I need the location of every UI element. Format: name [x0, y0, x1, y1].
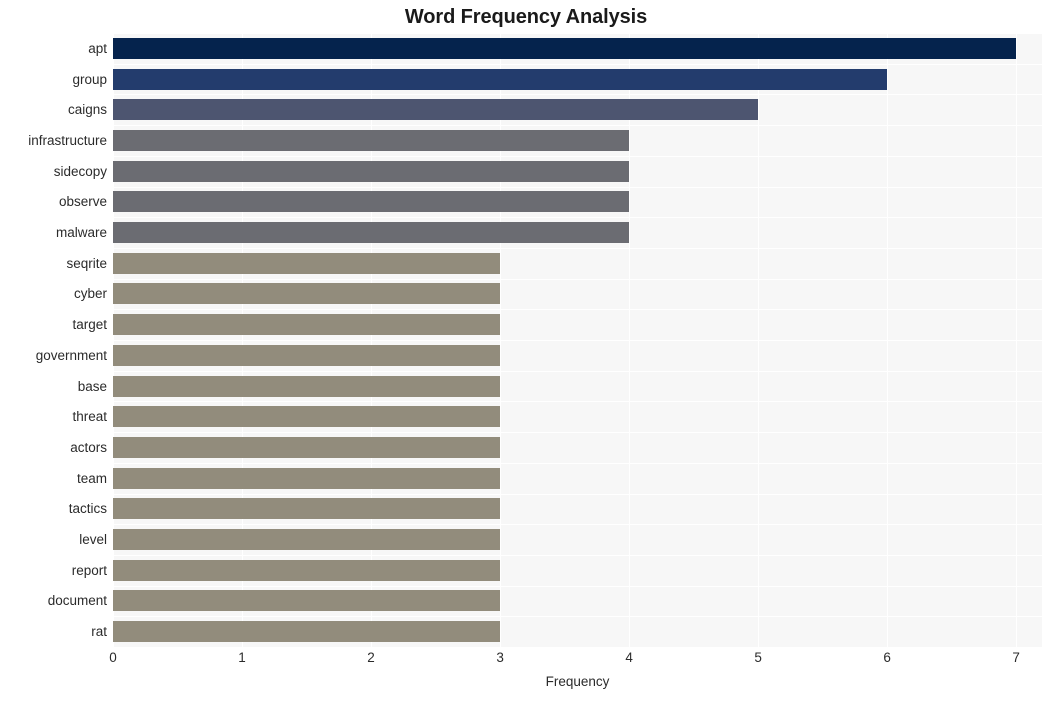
x-axis-tick-label: 6 — [883, 650, 891, 665]
x-axis-tick-label: 2 — [367, 650, 375, 665]
x-axis-tick-label: 3 — [496, 650, 504, 665]
y-axis-tick-label: group — [72, 71, 107, 87]
bar[interactable] — [113, 529, 501, 551]
x-axis-tick-label: 4 — [625, 650, 633, 665]
bar[interactable] — [113, 283, 501, 305]
x-axis-tick-label: 5 — [754, 650, 762, 665]
chart-title: Word Frequency Analysis — [404, 6, 648, 28]
y-axis-tick-label: cyber — [73, 286, 107, 302]
bar[interactable] — [113, 314, 501, 336]
bar[interactable] — [113, 621, 501, 643]
x-axis-tick-label: 1 — [238, 650, 246, 665]
y-axis-tick-label: target — [72, 317, 107, 333]
bar[interactable] — [113, 222, 630, 244]
bar[interactable] — [113, 37, 1017, 59]
bar[interactable] — [113, 344, 501, 366]
y-axis-tick-label: level — [79, 532, 107, 548]
y-axis-tick-label: rat — [91, 624, 107, 640]
x-axis-tick-labels: 0 1 2 3 4 5 6 7 — [109, 647, 1042, 671]
word-frequency-bar-chart: Word Frequency Analysis apt group caigns in… — [0, 0, 1052, 701]
x-axis-tick-label: 7 — [1012, 650, 1020, 665]
y-axis-tick-label: malware — [55, 225, 107, 241]
bar[interactable] — [113, 406, 501, 428]
bar[interactable] — [113, 467, 501, 489]
y-axis-tick-label: sidecopy — [53, 163, 107, 179]
y-axis-tick-labels: apt group caigns infrastructure sidecopy obse… — [0, 33, 107, 647]
bars-layer — [113, 33, 1042, 647]
y-axis-tick-label: report — [71, 562, 107, 578]
y-axis-tick-label: team — [76, 470, 107, 486]
bar[interactable] — [113, 590, 501, 612]
y-axis-tick-label: infrastructure — [28, 132, 107, 148]
bar[interactable] — [113, 160, 630, 182]
bar[interactable] — [113, 498, 501, 520]
bar[interactable] — [113, 129, 630, 151]
y-axis-tick-label: seqrite — [66, 255, 107, 271]
y-axis-tick-label: actors — [70, 439, 107, 455]
y-axis-tick-label: base — [77, 378, 107, 394]
y-axis-tick-label: observe — [58, 194, 107, 210]
y-axis-tick-label: caigns — [67, 102, 107, 118]
bar[interactable] — [113, 68, 888, 90]
bar[interactable] — [113, 375, 501, 397]
plot-area — [113, 33, 1042, 648]
bar[interactable] — [113, 191, 630, 213]
bar[interactable] — [113, 99, 759, 121]
bar[interactable] — [113, 252, 501, 274]
y-axis-tick-label: document — [47, 593, 107, 609]
x-axis-title: Frequency — [545, 674, 610, 689]
y-axis-tick-label: threat — [72, 409, 107, 425]
y-axis-tick-label: tactics — [68, 501, 107, 517]
bar[interactable] — [113, 436, 501, 458]
bar[interactable] — [113, 559, 501, 581]
y-axis-tick-label: apt — [88, 40, 107, 56]
y-axis-tick-label: government — [35, 347, 107, 363]
x-axis-tick-label: 0 — [109, 650, 117, 665]
